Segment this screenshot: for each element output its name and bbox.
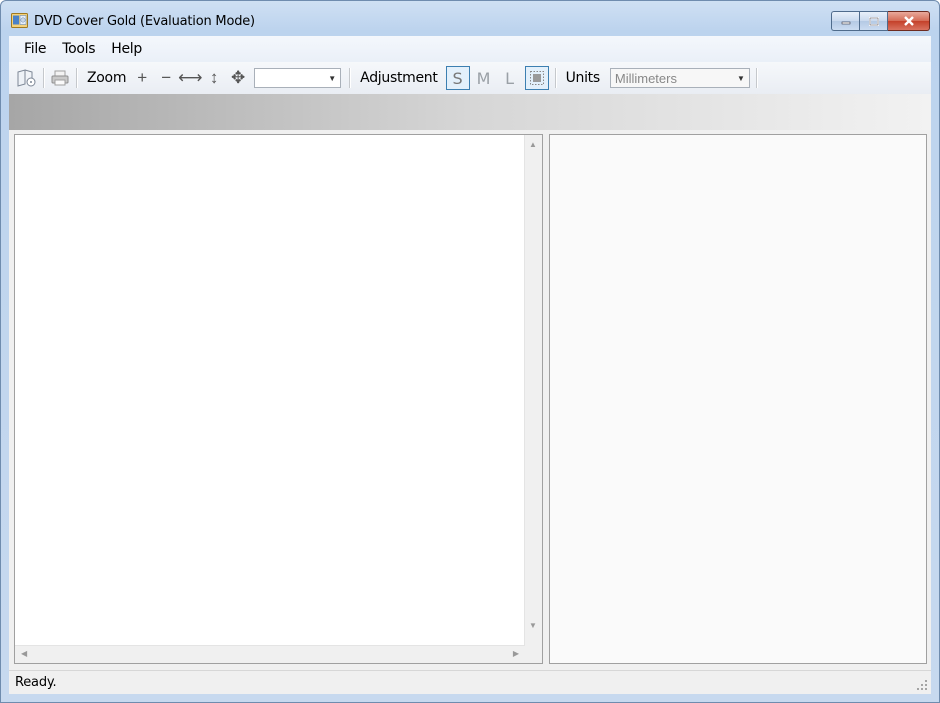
minimize-button[interactable] xyxy=(831,11,859,31)
minimize-icon xyxy=(841,21,850,25)
scroll-right-icon[interactable]: ▶ xyxy=(513,649,519,658)
toolbar-separator xyxy=(349,68,351,88)
toolbar-separator xyxy=(43,68,44,88)
zoom-combo[interactable]: ▼ xyxy=(254,68,342,88)
size-medium-button[interactable]: M xyxy=(472,66,496,90)
status-text: Ready. xyxy=(15,675,57,690)
zoom-in-button[interactable]: + xyxy=(130,68,154,88)
toolbar-separator xyxy=(76,68,77,88)
toolbar-separator xyxy=(554,68,556,88)
fit-page-button[interactable]: ✥ xyxy=(226,68,250,88)
resize-grip-icon[interactable] xyxy=(916,679,928,691)
bleed-icon xyxy=(529,71,544,85)
zoom-label: Zoom xyxy=(87,70,127,86)
scroll-corner xyxy=(525,646,542,663)
toolbar-separator xyxy=(755,68,757,88)
printer-icon xyxy=(51,70,69,86)
status-bar: Ready. xyxy=(9,670,931,694)
dropdown-arrow-icon: ▼ xyxy=(736,74,745,83)
dropdown-arrow-icon: ▼ xyxy=(328,74,337,83)
open-cover-button[interactable] xyxy=(17,68,37,88)
print-button[interactable] xyxy=(50,68,70,88)
app-window: DVD Cover Gold (Evaluation Mode) File To… xyxy=(0,0,940,703)
toolbar: Zoom + − ⟷ ↕ ✥ ▼ Adjustment S M L Units xyxy=(9,62,931,94)
maximize-icon xyxy=(868,16,879,26)
app-icon xyxy=(11,13,28,28)
caption-buttons xyxy=(831,11,930,31)
maximize-button[interactable] xyxy=(859,11,888,31)
scroll-up-icon[interactable]: ▲ xyxy=(529,140,537,149)
close-button[interactable] xyxy=(888,11,930,31)
units-combo[interactable]: Millimeters ▼ xyxy=(609,68,750,88)
zoom-out-button[interactable]: − xyxy=(154,68,178,88)
cover-preview-pane[interactable]: ▲ ▼ ◀ ▶ xyxy=(14,134,543,664)
properties-pane[interactable] xyxy=(549,134,927,664)
fit-height-button[interactable]: ↕ xyxy=(202,68,226,88)
bleed-toggle-button[interactable] xyxy=(524,66,549,90)
vertical-scrollbar[interactable]: ▲ ▼ xyxy=(524,135,542,646)
menu-file[interactable]: File xyxy=(16,41,54,57)
fit-width-button[interactable]: ⟷ xyxy=(178,68,202,88)
client-area: File Tools Help Zoom + − ⟷ ↕ ✥ ▼ Adjustm… xyxy=(9,36,931,694)
window-title: DVD Cover Gold (Evaluation Mode) xyxy=(34,14,255,29)
scroll-down-icon[interactable]: ▼ xyxy=(529,621,537,630)
units-combo-value: Millimeters xyxy=(614,70,677,86)
size-large-button[interactable]: L xyxy=(498,66,522,90)
size-small-button[interactable]: S xyxy=(445,66,470,90)
adjustment-label: Adjustment xyxy=(360,70,438,86)
title-bar[interactable]: DVD Cover Gold (Evaluation Mode) xyxy=(1,1,939,35)
horizontal-scrollbar[interactable]: ◀ ▶ xyxy=(15,645,525,663)
menu-tools[interactable]: Tools xyxy=(54,41,103,57)
scroll-left-icon[interactable]: ◀ xyxy=(21,649,27,658)
menu-help[interactable]: Help xyxy=(103,41,150,57)
units-label: Units xyxy=(565,70,601,86)
open-cover-icon xyxy=(17,69,36,87)
menu-bar: File Tools Help xyxy=(9,36,931,62)
header-gradient-band xyxy=(9,94,931,130)
close-icon xyxy=(903,16,914,26)
